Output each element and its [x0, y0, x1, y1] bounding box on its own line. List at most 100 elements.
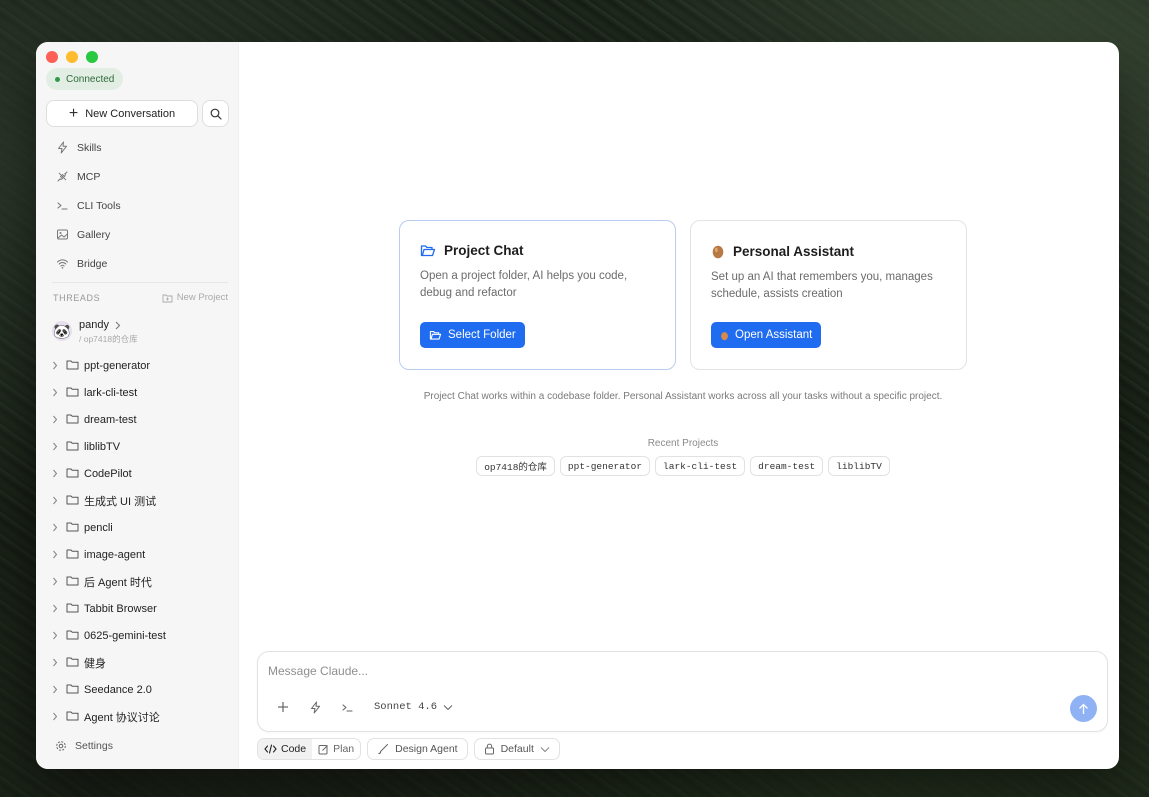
recent-project-chip[interactable]: lark-cli-test [655, 456, 746, 476]
sidebar-item-label: Skills [77, 141, 102, 154]
chevron-down-icon [443, 704, 453, 710]
new-conversation-button[interactable]: + New Conversation [46, 100, 198, 127]
message-input[interactable] [268, 664, 968, 678]
chevron-right-icon[interactable] [52, 442, 61, 451]
connection-status-badge: Connected [46, 68, 124, 90]
folder-label: liblibTV [84, 440, 121, 453]
folder-item[interactable]: dream-test [52, 406, 230, 433]
folder-icon [66, 683, 79, 697]
folder-item[interactable]: lark-cli-test [52, 379, 230, 406]
chevron-right-icon[interactable] [52, 685, 61, 694]
folder-item[interactable]: pencli [52, 514, 230, 541]
sidebar: Connected + New Conversation Skills MCP … [36, 42, 239, 769]
chevron-right-icon[interactable] [52, 550, 61, 559]
folder-icon [66, 386, 79, 400]
new-project-button[interactable]: New Project [162, 292, 228, 303]
permission-selector[interactable]: Default [473, 738, 560, 760]
chevron-right-icon[interactable] [52, 658, 61, 667]
folder-item[interactable]: 健身 [52, 649, 230, 676]
folder-item[interactable]: 0625-gemini-test [52, 622, 230, 649]
sidebar-item-label: CLI Tools [77, 199, 121, 212]
zoom-window-button[interactable] [86, 51, 98, 63]
folder-open-icon [420, 244, 436, 256]
chevron-right-icon[interactable] [52, 361, 61, 370]
chevron-down-icon [540, 746, 550, 752]
chevron-right-icon[interactable] [52, 577, 61, 586]
design-agent-label: Design Agent [395, 743, 458, 755]
folder-icon [66, 494, 79, 508]
plug-icon [55, 170, 69, 184]
chevron-right-icon[interactable] [52, 523, 61, 532]
send-button[interactable] [1070, 695, 1097, 722]
personal-assistant-card[interactable]: Personal Assistant Set up an AI that rem… [690, 220, 967, 370]
folder-item[interactable]: Tabbit Browser [52, 595, 230, 622]
settings-button[interactable]: Settings [55, 740, 113, 752]
card-title: Project Chat [444, 243, 524, 258]
folder-item[interactable]: 后 Agent 时代 [52, 568, 230, 595]
folder-label: 生成式 UI 测试 [84, 495, 157, 508]
model-name: Sonnet 4.6 [374, 701, 438, 713]
folder-item[interactable]: ppt-generator [52, 352, 230, 379]
minimize-window-button[interactable] [66, 51, 78, 63]
egg-icon [712, 245, 724, 259]
skills-button[interactable] [308, 700, 322, 714]
project-chat-card[interactable]: Project Chat Open a project folder, AI h… [399, 220, 676, 370]
folder-icon [66, 467, 79, 481]
folder-label: ppt-generator [84, 359, 151, 372]
select-folder-button[interactable]: Select Folder [420, 322, 525, 348]
plus-icon [278, 702, 288, 712]
terminal-button[interactable] [340, 700, 354, 714]
add-attachment-button[interactable] [276, 700, 290, 714]
search-button[interactable] [202, 100, 229, 127]
sidebar-item-bridge[interactable]: Bridge [46, 249, 229, 278]
recent-project-chip[interactable]: op7418的仓库 [476, 456, 555, 476]
folder-item[interactable]: liblibTV [52, 433, 230, 460]
sidebar-item-cli-tools[interactable]: CLI Tools [46, 191, 229, 220]
folder-icon [66, 629, 79, 643]
folder-icon [66, 656, 79, 670]
folder-icon [66, 710, 79, 724]
plus-icon: + [68, 104, 79, 122]
close-window-button[interactable] [46, 51, 58, 63]
sidebar-divider [52, 282, 228, 283]
plan-mode-button[interactable]: Plan [312, 739, 360, 759]
chevron-right-icon[interactable] [52, 415, 61, 424]
code-mode-button[interactable]: Code [258, 739, 313, 759]
main-panel: Project Chat Open a project folder, AI h… [239, 42, 1119, 769]
egg-icon [721, 331, 728, 340]
design-agent-button[interactable]: Design Agent [367, 738, 468, 760]
recent-project-chip[interactable]: dream-test [750, 456, 824, 476]
mode-bar: Code Plan Design Agent Default [257, 738, 560, 760]
recent-project-chip[interactable]: liblibTV [828, 456, 890, 476]
sidebar-item-gallery[interactable]: Gallery [46, 220, 229, 249]
folder-item[interactable]: 生成式 UI 测试 [52, 487, 230, 514]
folder-item[interactable]: image-agent [52, 541, 230, 568]
open-assistant-button[interactable]: Open Assistant [711, 322, 822, 348]
chevron-right-icon[interactable] [52, 388, 61, 397]
chevron-right-icon[interactable] [52, 631, 61, 640]
workspace-user[interactable]: 🐼 pandy / op7418的仓库 [52, 319, 138, 345]
arrow-up-icon [1079, 703, 1088, 714]
image-icon [55, 228, 69, 242]
new-conversation-label: New Conversation [85, 107, 176, 120]
folder-item[interactable]: Agent 协议讨论 [52, 703, 230, 730]
sidebar-item-label: MCP [77, 170, 101, 183]
brush-icon [378, 744, 389, 755]
settings-label: Settings [75, 740, 113, 752]
chevron-right-icon[interactable] [52, 604, 61, 613]
edit-icon [318, 744, 328, 754]
sidebar-item-mcp[interactable]: MCP [46, 162, 229, 191]
folder-icon [66, 575, 79, 589]
sidebar-item-label: Bridge [77, 257, 108, 270]
chevron-right-icon[interactable] [52, 712, 61, 721]
recent-project-chip[interactable]: ppt-generator [559, 456, 651, 476]
chevron-right-icon[interactable] [52, 496, 61, 505]
sidebar-item-skills[interactable]: Skills [46, 133, 229, 162]
folder-item[interactable]: Seedance 2.0 [52, 676, 230, 703]
chevron-right-icon[interactable] [52, 469, 61, 478]
status-label: Connected [66, 73, 115, 85]
folder-item[interactable]: CodePilot [52, 460, 230, 487]
code-icon [264, 744, 277, 754]
plan-mode-label: Plan [333, 743, 355, 755]
model-selector[interactable]: Sonnet 4.6 [374, 701, 453, 713]
